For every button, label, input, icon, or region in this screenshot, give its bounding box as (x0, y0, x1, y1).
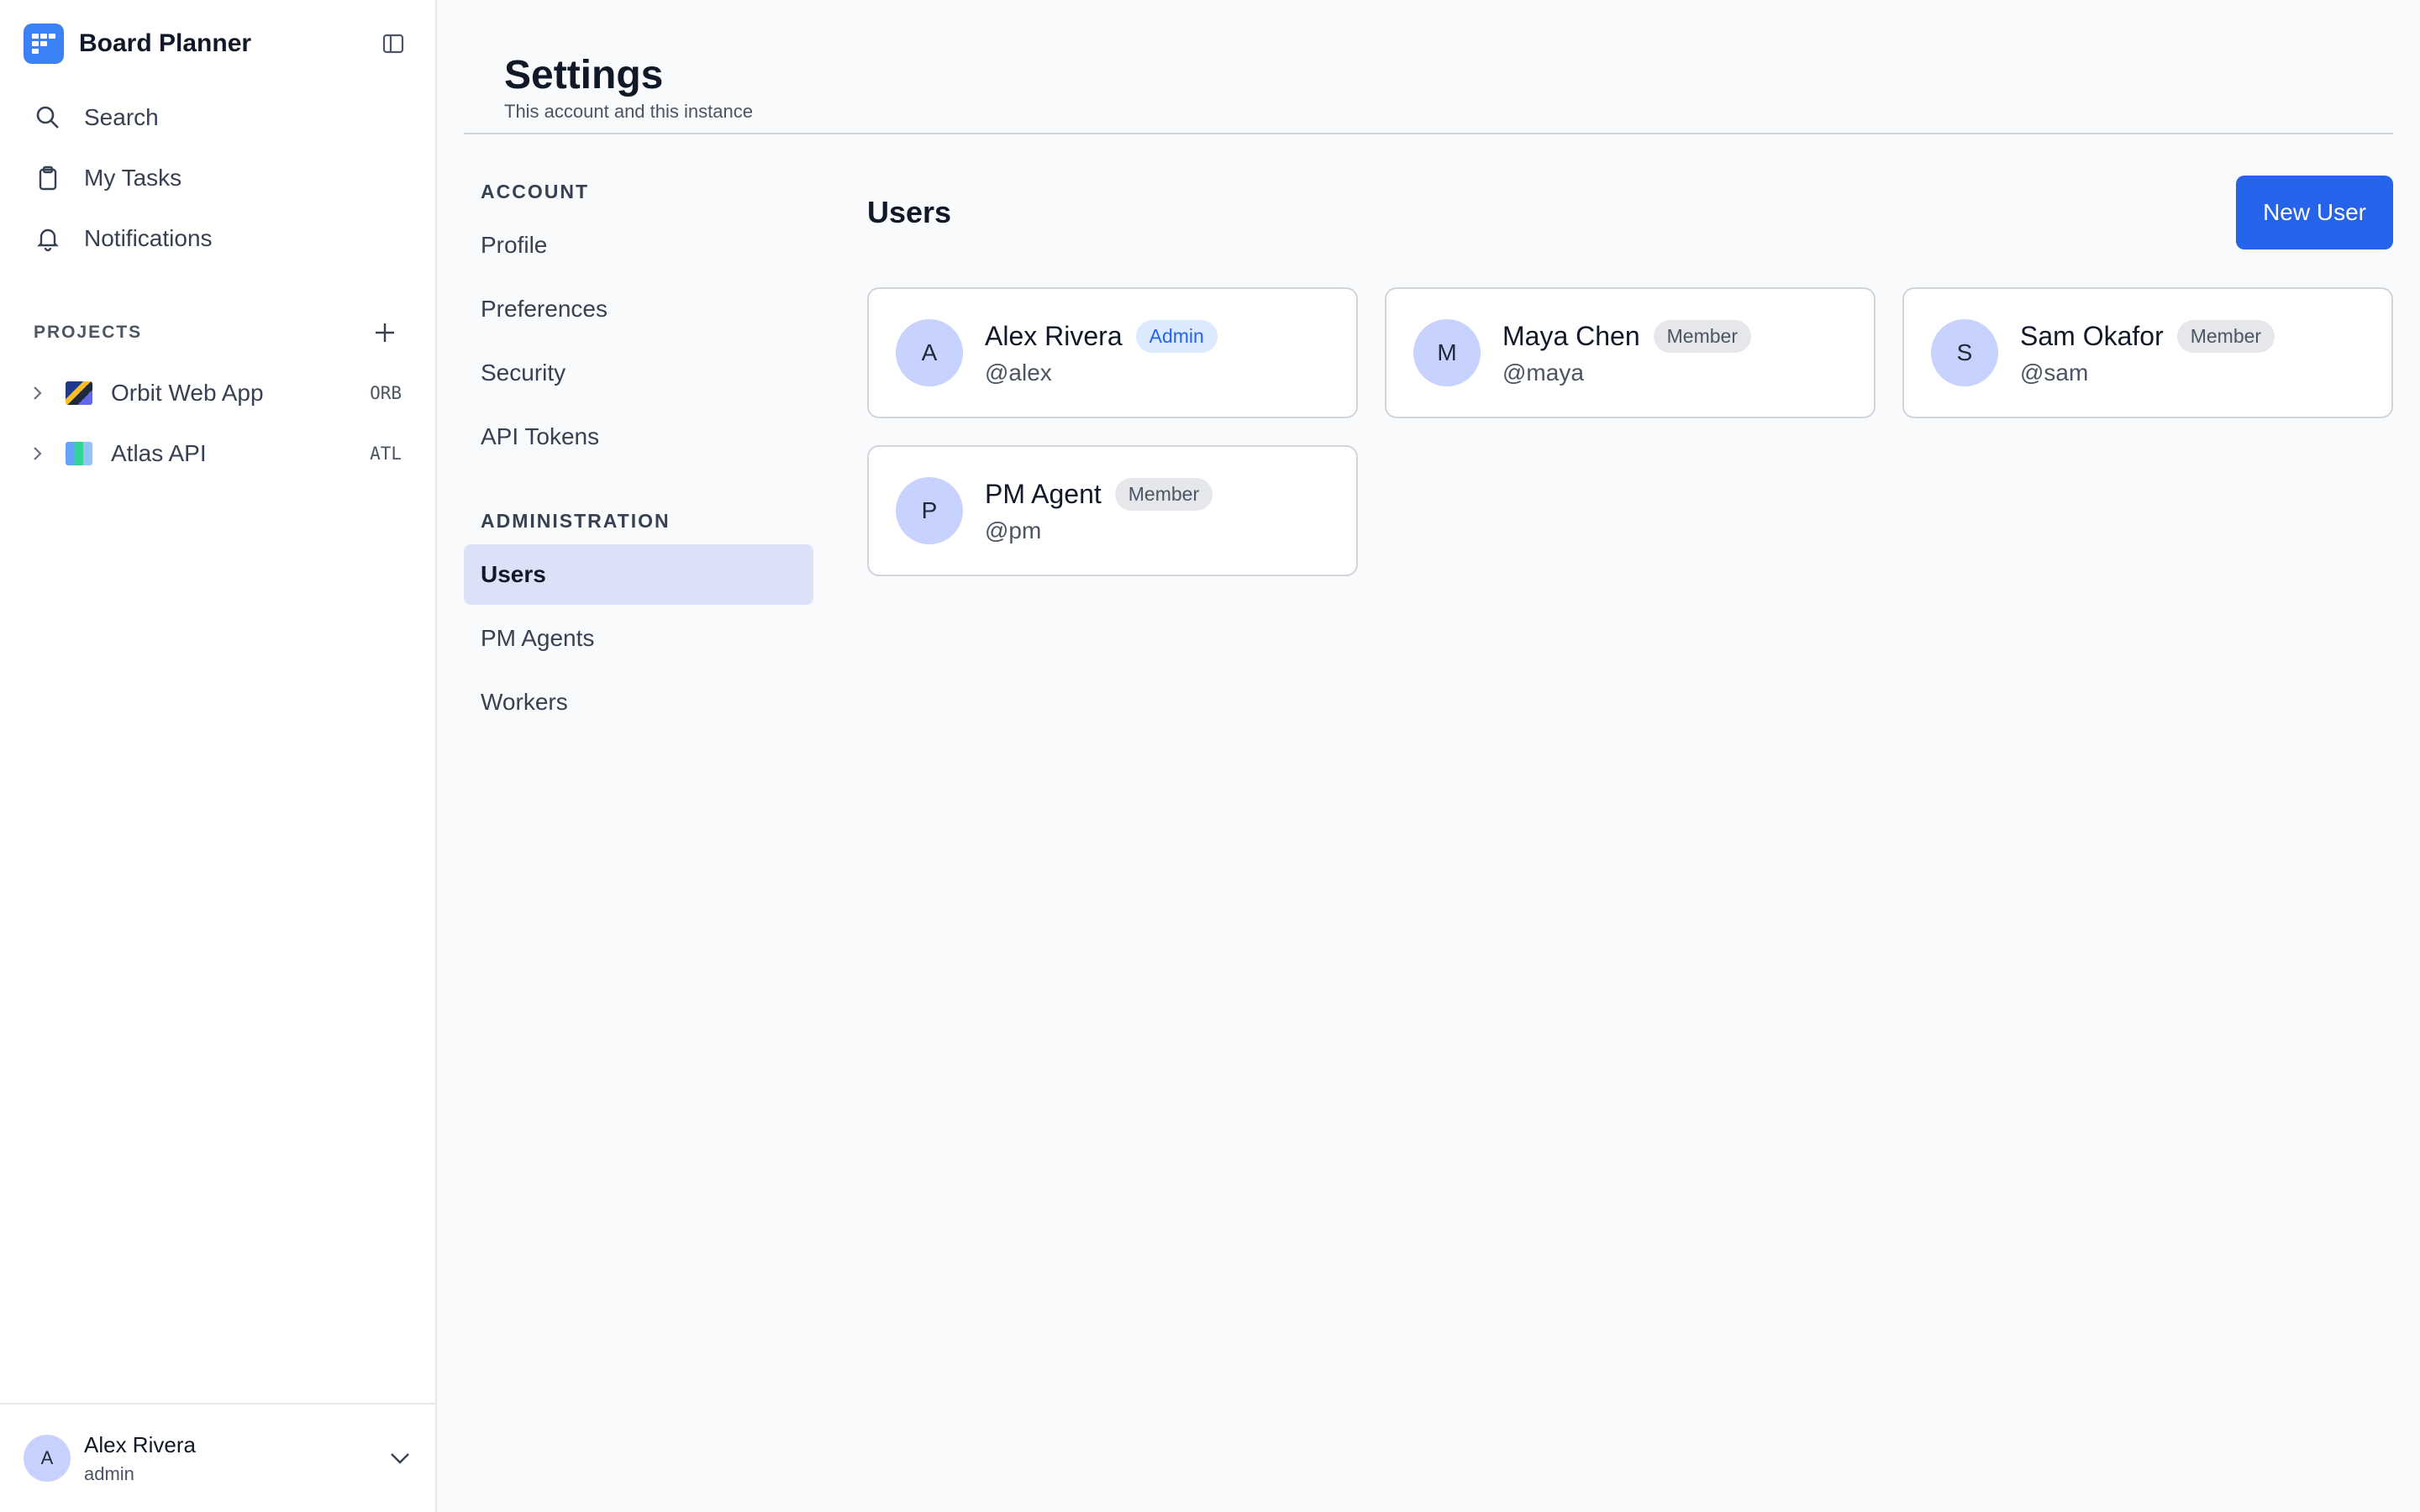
settings-item-api-tokens[interactable]: API Tokens (464, 407, 813, 467)
sidebar-toggle-button[interactable] (375, 25, 412, 62)
search-icon (34, 103, 62, 132)
settings-item-profile[interactable]: Profile (464, 215, 813, 276)
page-header: Settings This account and this instance (464, 0, 2393, 134)
project-atlas-icon (66, 442, 92, 465)
chevron-down-icon[interactable] (388, 1450, 412, 1467)
nav-search-label: Search (84, 104, 159, 130)
new-user-button[interactable]: New User (2236, 176, 2393, 249)
settings-body: ACCOUNT Profile Preferences Security API… (464, 134, 2393, 736)
role-badge: Member (1114, 477, 1213, 511)
page-subtitle: This account and this instance (504, 101, 753, 122)
sidebar-toggle-icon (382, 34, 404, 54)
settings-item-security[interactable]: Security (464, 343, 813, 403)
nav-my-tasks-label: My Tasks (84, 165, 182, 191)
user-info: Sam Okafor Member @sam (2020, 319, 2275, 386)
user-name: Sam Okafor (2020, 320, 2164, 351)
project-item-atlas[interactable]: Atlas API ATL (0, 423, 435, 484)
chevron-right-icon[interactable] (27, 445, 47, 462)
plus-icon (376, 323, 394, 342)
project-code: ATL (370, 444, 402, 464)
user-handle: @pm (985, 517, 1042, 543)
bell-icon (34, 224, 62, 253)
role-badge: Member (2176, 319, 2275, 353)
avatar: S (1931, 319, 1998, 386)
current-user-info: Alex Rivera admin (84, 1432, 388, 1485)
user-handle: @maya (1502, 359, 1584, 386)
user-info: Maya Chen Member @maya (1502, 319, 1751, 386)
current-user-name: Alex Rivera (84, 1431, 196, 1457)
settings-section-administration: ADMINISTRATION (481, 510, 671, 532)
users-grid: A Alex Rivera Admin @alex M Maya Chen Me… (867, 287, 2393, 576)
avatar: A (896, 319, 963, 386)
board-logo-icon (24, 24, 64, 64)
page-title: Settings (504, 53, 664, 97)
main-content: Settings This account and this instance … (437, 0, 2420, 1512)
role-badge: Admin (1135, 319, 1218, 353)
clipboard-icon (34, 164, 62, 192)
app-name: Board Planner (79, 29, 252, 57)
user-card[interactable]: P PM Agent Member @pm (867, 445, 1358, 576)
user-info: Alex Rivera Admin @alex (985, 319, 1218, 386)
brand: Board Planner (0, 0, 435, 87)
sidebar: Board Planner Search My Tasks Notificati… (0, 0, 437, 1512)
nav-search[interactable]: Search (0, 87, 435, 148)
user-info: PM Agent Member @pm (985, 477, 1213, 544)
avatar: M (1413, 319, 1481, 386)
project-item-orbit[interactable]: Orbit Web App ORB (0, 363, 435, 423)
project-name: Atlas API (111, 440, 207, 466)
add-project-button[interactable] (368, 316, 402, 349)
settings-item-pm-agents[interactable]: PM Agents (464, 608, 813, 669)
settings-nav: ACCOUNT Profile Preferences Security API… (464, 175, 813, 736)
settings-item-workers[interactable]: Workers (464, 672, 813, 732)
settings-item-users[interactable]: Users (464, 544, 813, 605)
project-orbit-icon (66, 381, 92, 405)
project-name: Orbit Web App (111, 380, 264, 406)
nav-notifications-label: Notifications (84, 225, 213, 251)
user-card[interactable]: S Sam Okafor Member @sam (1902, 287, 2393, 418)
settings-section-account: ACCOUNT (481, 181, 589, 202)
nav-notifications[interactable]: Notifications (0, 208, 435, 269)
projects-header: PROJECTS (0, 316, 435, 349)
nav-my-tasks[interactable]: My Tasks (0, 148, 435, 208)
chevron-right-icon[interactable] (27, 385, 47, 402)
user-handle: @sam (2020, 359, 2089, 386)
settings-item-preferences[interactable]: Preferences (464, 279, 813, 339)
project-code: ORB (370, 383, 402, 403)
app-root: Board Planner Search My Tasks Notificati… (0, 0, 2420, 1512)
user-name: Maya Chen (1502, 320, 1640, 351)
users-header: Users New User (867, 175, 2393, 250)
user-card[interactable]: M Maya Chen Member @maya (1385, 287, 1876, 418)
role-badge: Member (1653, 319, 1751, 353)
users-title: Users (867, 195, 952, 229)
avatar: P (896, 477, 963, 544)
avatar: A (24, 1435, 71, 1482)
current-user-menu[interactable]: A Alex Rivera admin (0, 1403, 435, 1512)
user-card[interactable]: A Alex Rivera Admin @alex (867, 287, 1358, 418)
user-handle: @alex (985, 359, 1052, 386)
projects-title: PROJECTS (34, 323, 143, 342)
current-user-role: admin (84, 1462, 134, 1484)
user-name: Alex Rivera (985, 320, 1123, 351)
user-name: PM Agent (985, 478, 1102, 509)
users-panel: Users New User A Alex Rivera Admin @alex (867, 175, 2393, 736)
